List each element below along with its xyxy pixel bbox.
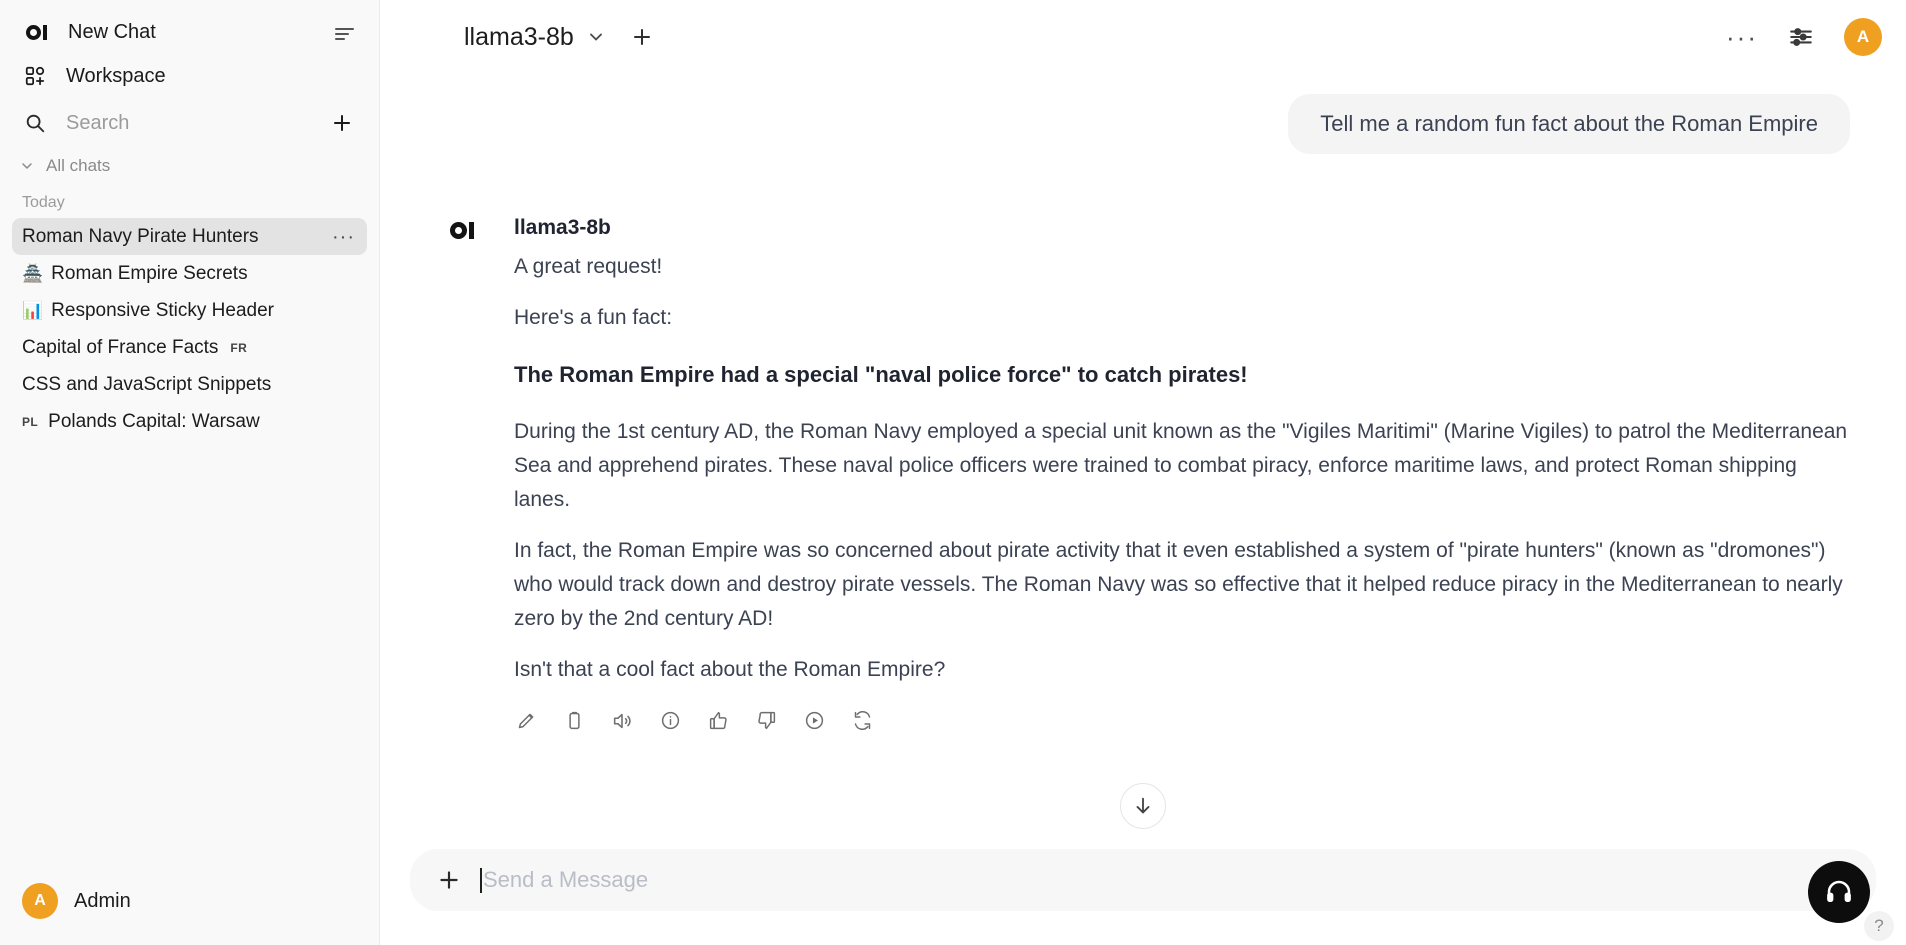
speaker-icon[interactable]	[610, 709, 634, 733]
thumbs-up-icon[interactable]	[706, 709, 730, 733]
edit-icon[interactable]	[514, 709, 538, 733]
chat-title: Responsive Sticky Header	[51, 299, 274, 321]
search-icon	[22, 110, 48, 136]
add-model-button[interactable]	[630, 25, 654, 49]
message-composer[interactable]: Send a Message	[410, 849, 1876, 911]
open-webui-logo-icon	[436, 216, 488, 733]
help-button[interactable]: ?	[1864, 911, 1894, 941]
assistant-message: llama3-8b A great request! Here's a fun …	[436, 216, 1850, 733]
sidebar-user-footer[interactable]: A Admin	[0, 865, 379, 945]
info-icon[interactable]	[658, 709, 682, 733]
chat-list-item-2[interactable]: 📊 Responsive Sticky Header	[12, 292, 367, 329]
chat-list: Roman Navy Pirate Hunters ··· 🏯 Roman Em…	[0, 218, 379, 440]
chat-list-item-4[interactable]: CSS and JavaScript Snippets	[12, 366, 367, 403]
assistant-paragraph-4: In fact, the Roman Empire was so concern…	[514, 538, 1843, 630]
chevron-down-icon	[18, 157, 36, 175]
chat-title: Capital of France Facts	[22, 336, 219, 358]
message-input-placeholder: Send a Message	[483, 867, 649, 892]
chat-list-item-1[interactable]: 🏯 Roman Empire Secrets	[12, 255, 367, 292]
assistant-paragraph-2-heading: The Roman Empire had a special "naval po…	[514, 362, 1248, 388]
sidebar-top: New Chat Workspace Search All chats Toda…	[0, 0, 379, 440]
all-chats-toggle[interactable]: All chats	[0, 148, 379, 182]
model-selector-label[interactable]: llama3-8b	[464, 23, 574, 52]
composer-wrapper: Send a Message ?	[380, 839, 1906, 945]
topbar-actions: ··· A	[1726, 18, 1882, 56]
voice-call-button[interactable]	[1808, 861, 1870, 923]
chat-list-item-0[interactable]: Roman Navy Pirate Hunters ···	[12, 218, 367, 255]
text-caret	[480, 867, 482, 893]
assistant-paragraph-0: A great request!	[514, 255, 663, 278]
thumbs-down-icon[interactable]	[754, 709, 778, 733]
user-message-row: Tell me a random fun fact about the Roma…	[436, 94, 1850, 154]
chat-title: CSS and JavaScript Snippets	[22, 373, 272, 395]
all-chats-label: All chats	[46, 156, 111, 175]
regenerate-icon[interactable]	[850, 709, 874, 733]
open-webui-logo-icon	[22, 19, 50, 45]
user-message-bubble: Tell me a random fun fact about the Roma…	[1288, 94, 1850, 154]
assistant-paragraph-3: During the 1st century AD, the Roman Nav…	[514, 419, 1848, 511]
avatar: A	[22, 883, 58, 919]
bar-chart-emoji-icon: 📊	[22, 301, 44, 320]
sidebar-item-workspace[interactable]: Workspace	[0, 54, 379, 98]
chat-title: Polands Capital: Warsaw	[48, 410, 260, 432]
chat-item-menu-button[interactable]: ···	[332, 227, 355, 247]
workspace-grid-icon	[22, 63, 48, 89]
model-chevron-down-icon[interactable]	[586, 27, 606, 47]
new-chat-plus-button[interactable]	[327, 108, 357, 138]
copy-icon[interactable]	[562, 709, 586, 733]
workspace-label: Workspace	[66, 64, 166, 87]
search-input[interactable]: Search	[66, 112, 309, 135]
play-circle-icon[interactable]	[802, 709, 826, 733]
search-row[interactable]: Search	[0, 98, 379, 148]
assistant-message-body: llama3-8b A great request! Here's a fun …	[488, 216, 1850, 733]
pagoda-emoji-icon: 🏯	[22, 264, 44, 283]
message-actions	[514, 709, 1850, 733]
scroll-to-bottom-button[interactable]	[1120, 783, 1166, 829]
assistant-paragraph-5: Isn't that a cool fact about the Roman E…	[514, 657, 946, 681]
conversation-area: Tell me a random fun fact about the Roma…	[380, 74, 1906, 839]
chat-controls-sliders-icon[interactable]	[1788, 24, 1814, 50]
user-name-label: Admin	[74, 889, 131, 912]
more-options-button[interactable]: ···	[1726, 24, 1758, 50]
chat-title: Roman Empire Secrets	[51, 262, 248, 284]
topbar: llama3-8b ··· A	[380, 0, 1906, 74]
app-root: New Chat Workspace Search All chats Toda…	[0, 0, 1906, 945]
assistant-name-label: llama3-8b	[514, 216, 611, 239]
assistant-paragraph-1: Here's a fun fact:	[514, 306, 673, 330]
avatar[interactable]: A	[1844, 18, 1882, 56]
sidebar-item-new-chat[interactable]: New Chat	[0, 10, 379, 54]
chat-language-tag: FR	[230, 340, 248, 355]
chat-list-item-3[interactable]: Capital of France Facts FR	[12, 329, 367, 366]
main-panel: llama3-8b ··· A Tell me a random fun fac…	[380, 0, 1906, 945]
message-input[interactable]: Send a Message	[480, 867, 1798, 893]
chat-language-tag: PL	[22, 414, 39, 429]
chat-title: Roman Navy Pirate Hunters	[22, 225, 259, 247]
sidebar: New Chat Workspace Search All chats Toda…	[0, 0, 380, 945]
new-chat-label: New Chat	[68, 20, 156, 43]
day-group-label: Today	[22, 194, 65, 211]
attach-plus-button[interactable]	[436, 867, 462, 893]
chat-list-item-5[interactable]: PL Polands Capital: Warsaw	[12, 403, 367, 440]
